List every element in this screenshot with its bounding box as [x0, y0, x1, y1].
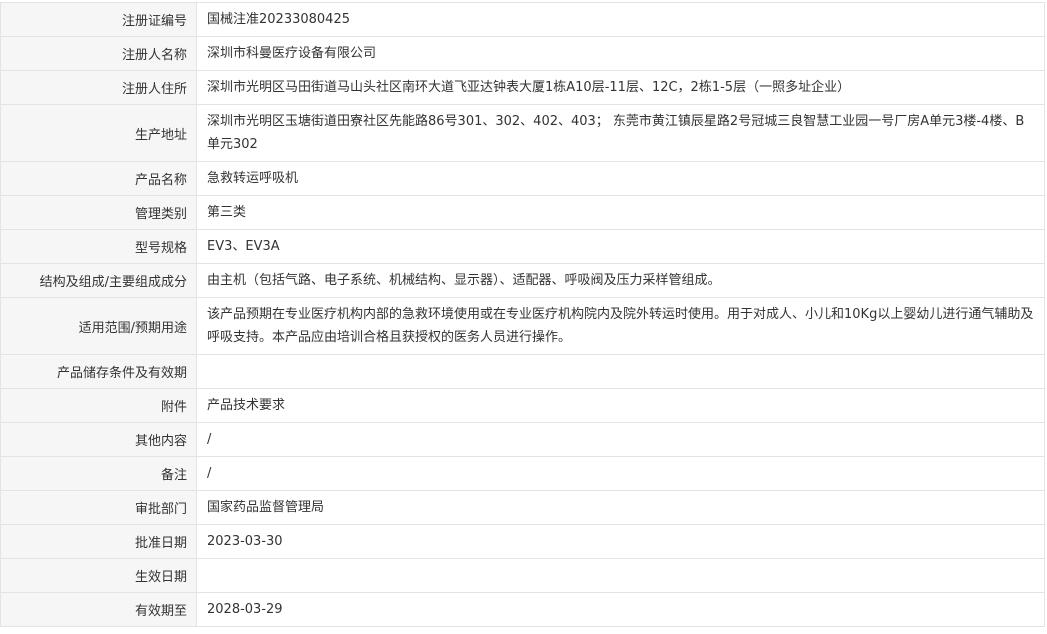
row-value: 急救转运呼吸机	[196, 161, 1045, 196]
table-row-production-address: 生产地址 深圳市光明区玉塘街道田寮社区先能路86号301、302、402、403…	[0, 104, 1045, 162]
row-value: 国械注准20233080425	[196, 2, 1045, 37]
table-row-intended-use: 适用范围/预期用途 该产品预期在专业医疗机构内部的急救环境使用或在专业医疗机构院…	[0, 297, 1045, 355]
row-label: 适用范围/预期用途	[0, 297, 197, 355]
registration-details-table: 注册证编号 国械注准20233080425 注册人名称 深圳市科曼医疗设备有限公…	[0, 2, 1045, 627]
row-label: 有效期至	[0, 592, 197, 627]
row-label: 产品储存条件及有效期	[0, 354, 197, 389]
table-row-registration-number: 注册证编号 国械注准20233080425	[0, 2, 1045, 37]
row-value: 第三类	[196, 195, 1045, 230]
row-label: 其他内容	[0, 422, 197, 457]
row-value: EV3、EV3A	[196, 229, 1045, 264]
row-value: 深圳市光明区玉塘街道田寮社区先能路86号301、302、402、403； 东莞市…	[196, 104, 1045, 162]
table-row-structure-composition: 结构及组成/主要组成成分 由主机（包括气路、电子系统、机械结构、显示器）、适配器…	[0, 263, 1045, 298]
registration-sheet: 注册证编号 国械注准20233080425 注册人名称 深圳市科曼医疗设备有限公…	[0, 0, 1047, 634]
row-label: 生效日期	[0, 558, 197, 593]
row-value: 国家药品监督管理局	[196, 490, 1045, 525]
row-value: 2023-03-30	[196, 524, 1045, 559]
row-label: 附件	[0, 388, 197, 423]
row-value: /	[196, 456, 1045, 491]
table-row-registrant-name: 注册人名称 深圳市科曼医疗设备有限公司	[0, 36, 1045, 71]
row-label: 结构及组成/主要组成成分	[0, 263, 197, 298]
row-label: 型号规格	[0, 229, 197, 264]
table-row-registrant-address: 注册人住所 深圳市光明区马田街道马山头社区南环大道飞亚达钟表大厦1栋A10层-1…	[0, 70, 1045, 105]
row-value: 深圳市科曼医疗设备有限公司	[196, 36, 1045, 71]
row-label: 注册证编号	[0, 2, 197, 37]
row-label: 产品名称	[0, 161, 197, 196]
row-value: 由主机（包括气路、电子系统、机械结构、显示器）、适配器、呼吸阀及压力采样管组成。	[196, 263, 1045, 298]
table-row-management-class: 管理类别 第三类	[0, 195, 1045, 230]
row-label: 生产地址	[0, 104, 197, 162]
table-row-model-spec: 型号规格 EV3、EV3A	[0, 229, 1045, 264]
table-row-attachment: 附件 产品技术要求	[0, 388, 1045, 423]
row-label: 审批部门	[0, 490, 197, 525]
row-label: 批准日期	[0, 524, 197, 559]
table-row-valid-until: 有效期至 2028-03-29	[0, 592, 1045, 627]
row-value	[196, 354, 1045, 389]
table-row-storage-validity: 产品储存条件及有效期	[0, 354, 1045, 389]
row-label: 管理类别	[0, 195, 197, 230]
row-value	[196, 558, 1045, 593]
row-label: 注册人住所	[0, 70, 197, 105]
table-row-other-content: 其他内容 /	[0, 422, 1045, 457]
table-row-product-name: 产品名称 急救转运呼吸机	[0, 161, 1045, 196]
table-row-effective-date: 生效日期	[0, 558, 1045, 593]
row-value: 深圳市光明区马田街道马山头社区南环大道飞亚达钟表大厦1栋A10层-11层、12C…	[196, 70, 1045, 105]
table-row-approval-department: 审批部门 国家药品监督管理局	[0, 490, 1045, 525]
row-label: 注册人名称	[0, 36, 197, 71]
row-value: 2028-03-29	[196, 592, 1045, 627]
row-label: 备注	[0, 456, 197, 491]
row-value: 该产品预期在专业医疗机构内部的急救环境使用或在专业医疗机构院内及院外转运时使用。…	[196, 297, 1045, 355]
table-row-remarks: 备注 /	[0, 456, 1045, 491]
row-value: /	[196, 422, 1045, 457]
table-row-approval-date: 批准日期 2023-03-30	[0, 524, 1045, 559]
row-value: 产品技术要求	[196, 388, 1045, 423]
